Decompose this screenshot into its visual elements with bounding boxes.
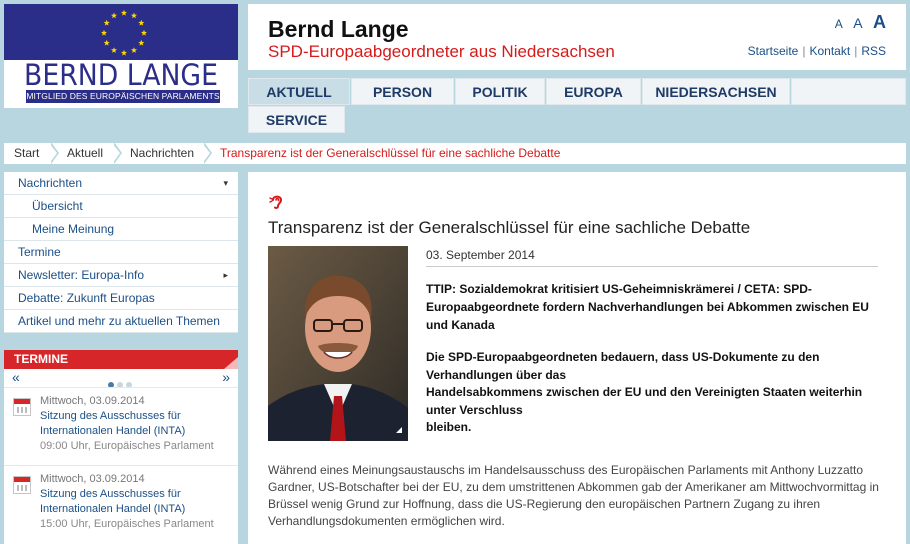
sidebar-item-artikel[interactable]: Artikel und mehr zu aktuellen Themen bbox=[4, 310, 238, 333]
caret-right-icon: ▸ bbox=[223, 270, 228, 280]
nav-tab-europa[interactable]: EUROPA bbox=[546, 78, 641, 105]
event-title[interactable]: Sitzung des Ausschusses für Internationa… bbox=[40, 487, 230, 517]
nav-tab-empty bbox=[791, 78, 906, 105]
event-date: Mittwoch, 03.09.2014 bbox=[40, 473, 145, 485]
font-size-medium-button[interactable]: A bbox=[853, 15, 862, 31]
eu-star-icon bbox=[138, 19, 145, 26]
nav-tab-person[interactable]: PERSON bbox=[351, 78, 454, 105]
logo-subline: MITGLIED DES EUROPÄISCHEN PARLAMENTS bbox=[26, 90, 220, 103]
event-date: Mittwoch, 03.09.2014 bbox=[40, 395, 145, 407]
sidebar-menu: Nachrichten ▾ Übersicht Meine Meinung Te… bbox=[4, 172, 238, 333]
sidebar-item-nachrichten[interactable]: Nachrichten ▾ bbox=[4, 172, 238, 195]
termine-heading: TERMINE bbox=[4, 350, 238, 369]
sidebar-item-label: Nachrichten bbox=[18, 176, 83, 190]
caret-down-icon: ▾ bbox=[223, 178, 228, 188]
nav-tab-service[interactable]: SERVICE bbox=[248, 106, 345, 133]
font-size-small-button[interactable]: A bbox=[835, 17, 843, 31]
lead-line: Die SPD-Europaabgeordneten bedauern, das… bbox=[426, 350, 820, 382]
article-lead: TTIP: Sozialdemokrat kritisiert US-Gehei… bbox=[426, 282, 869, 332]
termine-widget: TERMINE « » Mittwoch, 03.09.2014 Sitzung… bbox=[4, 350, 238, 544]
breadcrumb-current: Transparenz ist der Generalschlüssel für… bbox=[220, 146, 561, 160]
link-separator: | bbox=[802, 44, 806, 58]
eu-star-icon bbox=[103, 19, 110, 26]
startseite-link[interactable]: Startseite bbox=[748, 44, 799, 58]
sidebar-item-label: Artikel und mehr zu aktuellen Themen bbox=[18, 314, 220, 328]
sidebar-item-meine-meinung[interactable]: Meine Meinung bbox=[4, 218, 238, 241]
article-date: 03. September 2014 bbox=[426, 248, 535, 262]
breadcrumb-separator-icon bbox=[49, 142, 61, 164]
eu-star-icon bbox=[130, 12, 138, 19]
nav-tab-niedersachsen[interactable]: NIEDERSACHSEN bbox=[642, 78, 790, 105]
site-subtitle: SPD-Europaabgeordneter aus Niedersachsen bbox=[268, 42, 615, 61]
top-links: Startseite | Kontakt | RSS bbox=[748, 44, 886, 58]
divider bbox=[426, 266, 878, 267]
eu-star-icon bbox=[103, 39, 110, 46]
breadcrumb-nachrichten[interactable]: Nachrichten bbox=[130, 143, 194, 164]
breadcrumb-separator-icon bbox=[202, 142, 214, 164]
eu-star-icon bbox=[140, 29, 148, 36]
site-title[interactable]: Bernd Lange bbox=[268, 16, 409, 43]
event-title[interactable]: Sitzung des Ausschusses für Internationa… bbox=[40, 409, 230, 439]
eu-star-icon bbox=[120, 49, 128, 56]
breadcrumb-aktuell[interactable]: Aktuell bbox=[67, 143, 103, 164]
calendar-icon bbox=[13, 398, 31, 416]
breadcrumb: Start Aktuell Nachrichten Transparenz is… bbox=[4, 142, 906, 164]
eu-star-icon bbox=[120, 9, 128, 16]
article: Transparenz ist der Generalschlüssel für… bbox=[248, 172, 906, 544]
prev-arrow-icon[interactable]: « bbox=[12, 369, 20, 385]
eu-star-icon bbox=[130, 47, 138, 53]
article-body: Während eines Meinungsaustauschs im Hand… bbox=[268, 463, 879, 528]
site-logo[interactable]: BERND LANGE MITGLIED DES EUROPÄISCHEN PA… bbox=[4, 4, 238, 108]
eu-star-icon bbox=[100, 29, 108, 36]
calendar-icon bbox=[13, 476, 31, 494]
article-title: Transparenz ist der Generalschlüssel für… bbox=[268, 218, 751, 237]
eu-star-icon bbox=[110, 12, 118, 19]
eu-star-icon bbox=[138, 39, 145, 46]
sidebar-item-label: Termine bbox=[18, 245, 61, 259]
lead-line: Handelsabkommens zwischen der EU und den… bbox=[426, 385, 863, 417]
eu-flag-icon bbox=[4, 4, 238, 60]
event-meta: 09:00 Uhr, Europäisches Parlament bbox=[40, 440, 214, 452]
event-item[interactable]: Mittwoch, 03.09.2014 Sitzung des Ausschu… bbox=[4, 465, 238, 543]
sidebar-item-uebersicht[interactable]: Übersicht bbox=[4, 195, 238, 218]
site-header: Bernd Lange SPD-Europaabgeordneter aus N… bbox=[248, 4, 906, 70]
sidebar-item-debatte[interactable]: Debatte: Zukunft Europas bbox=[4, 287, 238, 310]
sidebar-item-label: Übersicht bbox=[32, 199, 83, 213]
font-size-large-button[interactable]: A bbox=[873, 12, 886, 32]
font-size-controls: A A A bbox=[829, 12, 886, 33]
sidebar-item-termine[interactable]: Termine bbox=[4, 241, 238, 264]
eu-star-icon bbox=[110, 47, 118, 53]
next-arrow-icon[interactable]: » bbox=[222, 369, 230, 385]
sidebar-item-newsletter[interactable]: Newsletter: Europa-Info ▸ bbox=[4, 264, 238, 287]
article-lead-2: Die SPD-Europaabgeordneten bedauern, das… bbox=[426, 349, 886, 437]
nav-tab-politik[interactable]: POLITIK bbox=[455, 78, 545, 105]
event-item[interactable]: Mittwoch, 03.09.2014 Sitzung des Ausschu… bbox=[4, 387, 238, 465]
portrait-image[interactable] bbox=[268, 246, 408, 441]
sidebar-item-label: Debatte: Zukunft Europas bbox=[18, 291, 155, 305]
event-meta: 15:00 Uhr, Europäisches Parlament bbox=[40, 518, 214, 530]
logo-name: BERND LANGE bbox=[24, 58, 218, 92]
lead-line: bleiben. bbox=[426, 420, 472, 434]
rss-link[interactable]: RSS bbox=[861, 44, 886, 58]
termine-heading-label: TERMINE bbox=[14, 352, 68, 366]
listen-ear-icon[interactable] bbox=[268, 192, 286, 210]
corner-fold-icon bbox=[224, 357, 238, 369]
breadcrumb-separator-icon bbox=[112, 142, 124, 164]
link-separator: | bbox=[854, 44, 858, 58]
breadcrumb-start[interactable]: Start bbox=[14, 143, 39, 164]
nav-tab-aktuell[interactable]: AKTUELL bbox=[248, 78, 350, 105]
kontakt-link[interactable]: Kontakt bbox=[809, 44, 850, 58]
termine-pager: « » bbox=[4, 369, 238, 388]
sidebar-item-label: Meine Meinung bbox=[32, 222, 115, 236]
sidebar-item-label: Newsletter: Europa-Info bbox=[18, 268, 145, 282]
